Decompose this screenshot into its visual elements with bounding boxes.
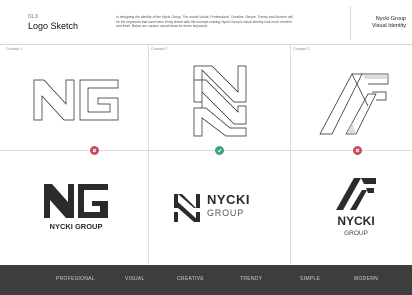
concept-1-sketch [33,79,119,121]
concept-3-logo-name: NYCKI [337,214,375,228]
brand-name: Nycki Group [375,16,406,22]
page-header: 01.3 Logo Sketch In designing the identi… [0,0,412,45]
brand-subtitle: Visual Identity [371,23,406,29]
concept-2-sketch [193,65,247,137]
concept-3-logo-mark [336,178,376,210]
keyword-item: SIMPLE [300,276,321,282]
keyword-item: CREATIVE [177,276,205,282]
concept-2-logo-name: NYCKI [207,192,250,207]
check-icon [217,148,222,153]
header-divider [350,6,351,40]
concept-1-label: Concept 1 [6,47,23,51]
keyword-item: PROFESIONAL [56,276,95,282]
keyword-item: VISUAL [125,276,145,282]
brand-label: Nycki Group Visual Identity [356,16,406,30]
rejected-marker [353,146,362,155]
column-divider [148,44,149,264]
concept-3-label: Concept 3 [293,47,310,51]
column-divider [290,44,291,264]
concept-1-logo-text: NYCKI GROUP [49,222,103,231]
keyword-item: MODERN [354,276,379,282]
keyword-bar: PROFESIONAL VISUAL CREATIVE TRENDY SIMPL… [0,265,412,295]
concept-1-logo-mark [44,184,108,218]
page-title: Logo Sketch [28,21,79,31]
rejected-marker [90,146,99,155]
x-icon [92,148,97,153]
concept-2-label: Concept 2 [151,47,168,51]
concept-2-logo-group: GROUP [207,208,245,218]
concept-3-logo-group: GROUP [344,230,368,237]
keyword-item: TRENDY [240,276,263,282]
intro-paragraph: In designing the identity of the Nycki G… [116,15,293,29]
row-divider [0,150,412,151]
x-icon [355,148,360,153]
concept-2-logo-mark [174,194,200,222]
section-number: 01.3 [28,14,38,20]
approved-marker [215,146,224,155]
concept-3-sketch [319,73,389,135]
